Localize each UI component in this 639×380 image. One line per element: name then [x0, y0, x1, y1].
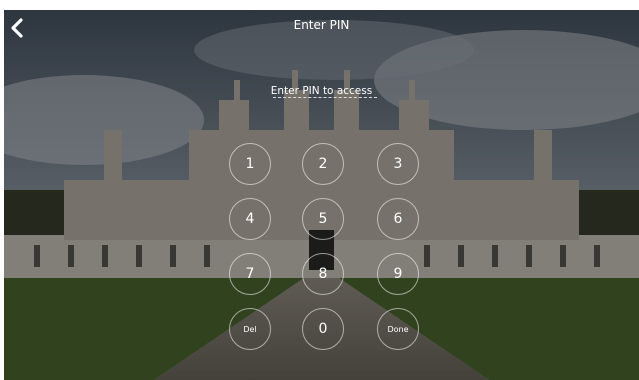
key-9[interactable]: 9 [377, 253, 419, 295]
key-0[interactable]: 0 [302, 308, 344, 350]
key-6[interactable]: 6 [377, 198, 419, 240]
key-7[interactable]: 7 [229, 253, 271, 295]
key-1[interactable]: 1 [229, 143, 271, 185]
done-button[interactable]: Done [377, 308, 419, 350]
pin-entry-field[interactable] [273, 97, 377, 98]
key-8[interactable]: 8 [302, 253, 344, 295]
key-3[interactable]: 3 [377, 143, 419, 185]
key-2[interactable]: 2 [302, 143, 344, 185]
page-title: Enter PIN [293, 18, 350, 32]
pin-prompt: Enter PIN to access [4, 79, 639, 98]
pin-prompt-label: Enter PIN to access [270, 85, 373, 97]
pin-screen: Enter PIN Enter PIN to access 1 2 3 4 5 … [4, 10, 639, 380]
key-4[interactable]: 4 [229, 198, 271, 240]
delete-button[interactable]: Del [229, 308, 271, 350]
key-5[interactable]: 5 [302, 198, 344, 240]
